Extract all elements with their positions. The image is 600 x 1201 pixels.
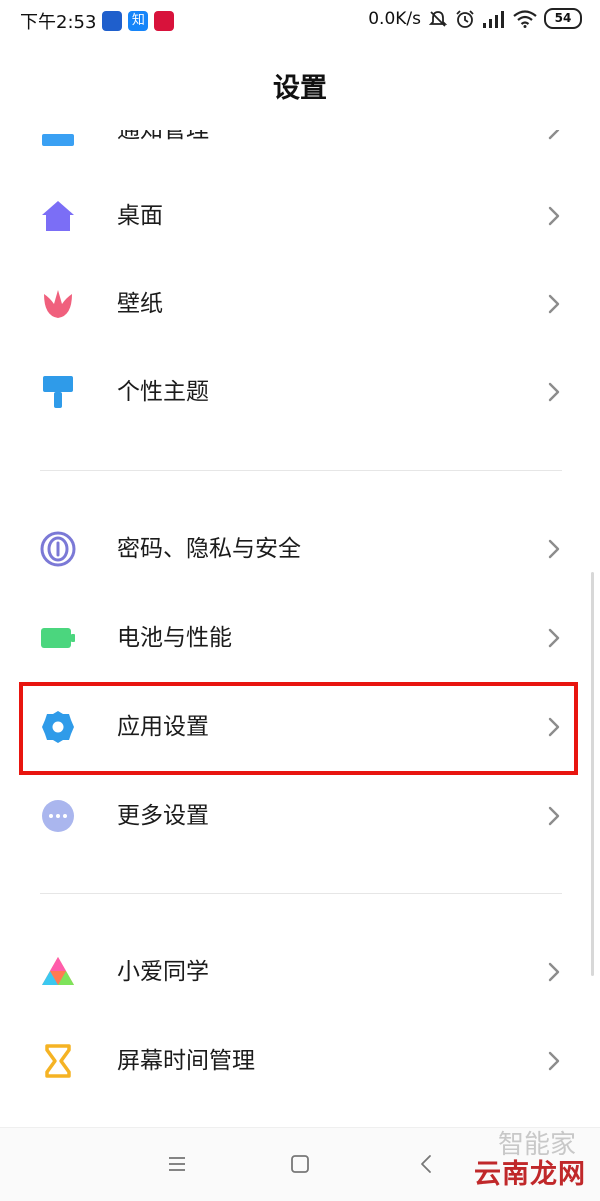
signal-icon (483, 10, 504, 28)
settings-list[interactable]: 通知管理 桌面 壁纸 个性主题 密码、隐私与安全 电池与性能 应用设置 更多设置… (0, 130, 600, 1126)
settings-item-desktop[interactable]: 桌面 (0, 172, 600, 260)
section-divider (40, 470, 562, 471)
tmall-app-icon (154, 11, 175, 31)
mute-icon (428, 10, 448, 27)
notification-icon (42, 134, 74, 146)
settings-item-screen-time[interactable]: 屏幕时间管理 (0, 1017, 600, 1105)
scrollbar[interactable] (591, 572, 594, 976)
paintbrush-icon (43, 376, 73, 408)
chevron-right-icon (548, 130, 560, 140)
network-speed: 0.0K/s (368, 8, 421, 29)
settings-item-privacy-security[interactable]: 密码、隐私与安全 (0, 505, 600, 593)
settings-item-label: 小爱同学 (117, 959, 209, 985)
home-icon (42, 201, 74, 231)
chevron-right-icon (548, 382, 560, 402)
battery-icon: 54 (544, 8, 582, 29)
chevron-right-icon (548, 1051, 560, 1071)
settings-item-label: 更多设置 (117, 803, 209, 829)
hourglass-icon (45, 1044, 71, 1078)
zhihu-app-icon: 知 (128, 11, 149, 31)
settings-item-label: 桌面 (117, 203, 163, 229)
page-title: 设置 (273, 73, 327, 104)
highlight-box (19, 682, 578, 775)
menu-icon[interactable] (167, 1154, 187, 1174)
settings-item-more-settings[interactable]: 更多设置 (0, 772, 600, 860)
watermark: 云南龙网 (474, 1159, 586, 1190)
wifi-icon (513, 9, 537, 28)
settings-item-xiaoai[interactable]: 小爱同学 (0, 928, 600, 1016)
settings-item-battery[interactable]: 电池与性能 (0, 594, 600, 682)
xiaoai-icon (42, 957, 74, 985)
chevron-right-icon (548, 206, 560, 226)
settings-item-label: 壁纸 (117, 291, 163, 317)
chevron-right-icon (548, 539, 560, 559)
home-square-icon[interactable] (290, 1154, 310, 1174)
status-time: 下午2:53 (20, 12, 97, 33)
back-icon[interactable] (417, 1154, 437, 1174)
settings-item-label: 密码、隐私与安全 (117, 536, 301, 562)
chevron-right-icon (548, 806, 560, 826)
settings-item-wallpaper[interactable]: 壁纸 (0, 260, 600, 348)
settings-item-label: 屏幕时间管理 (117, 1048, 255, 1074)
settings-item-label: 电池与性能 (117, 625, 232, 651)
tulip-icon (44, 290, 72, 318)
settings-item-label: 通知管理 (117, 130, 209, 143)
settings-item-label: 个性主题 (117, 379, 209, 405)
settings-item-notification[interactable]: 通知管理 (0, 130, 600, 174)
status-bar: 下午2:53 知 0.0K/s 54 (0, 0, 600, 44)
settings-item-theme[interactable]: 个性主题 (0, 348, 600, 436)
fingerprint-icon (40, 531, 76, 567)
alarm-icon (456, 9, 474, 28)
section-divider (40, 893, 562, 894)
battery-icon (41, 628, 75, 648)
more-icon (42, 800, 74, 832)
chevron-right-icon (548, 962, 560, 982)
chevron-right-icon (548, 294, 560, 314)
chevron-right-icon (548, 628, 560, 648)
news-app-icon (102, 11, 123, 31)
